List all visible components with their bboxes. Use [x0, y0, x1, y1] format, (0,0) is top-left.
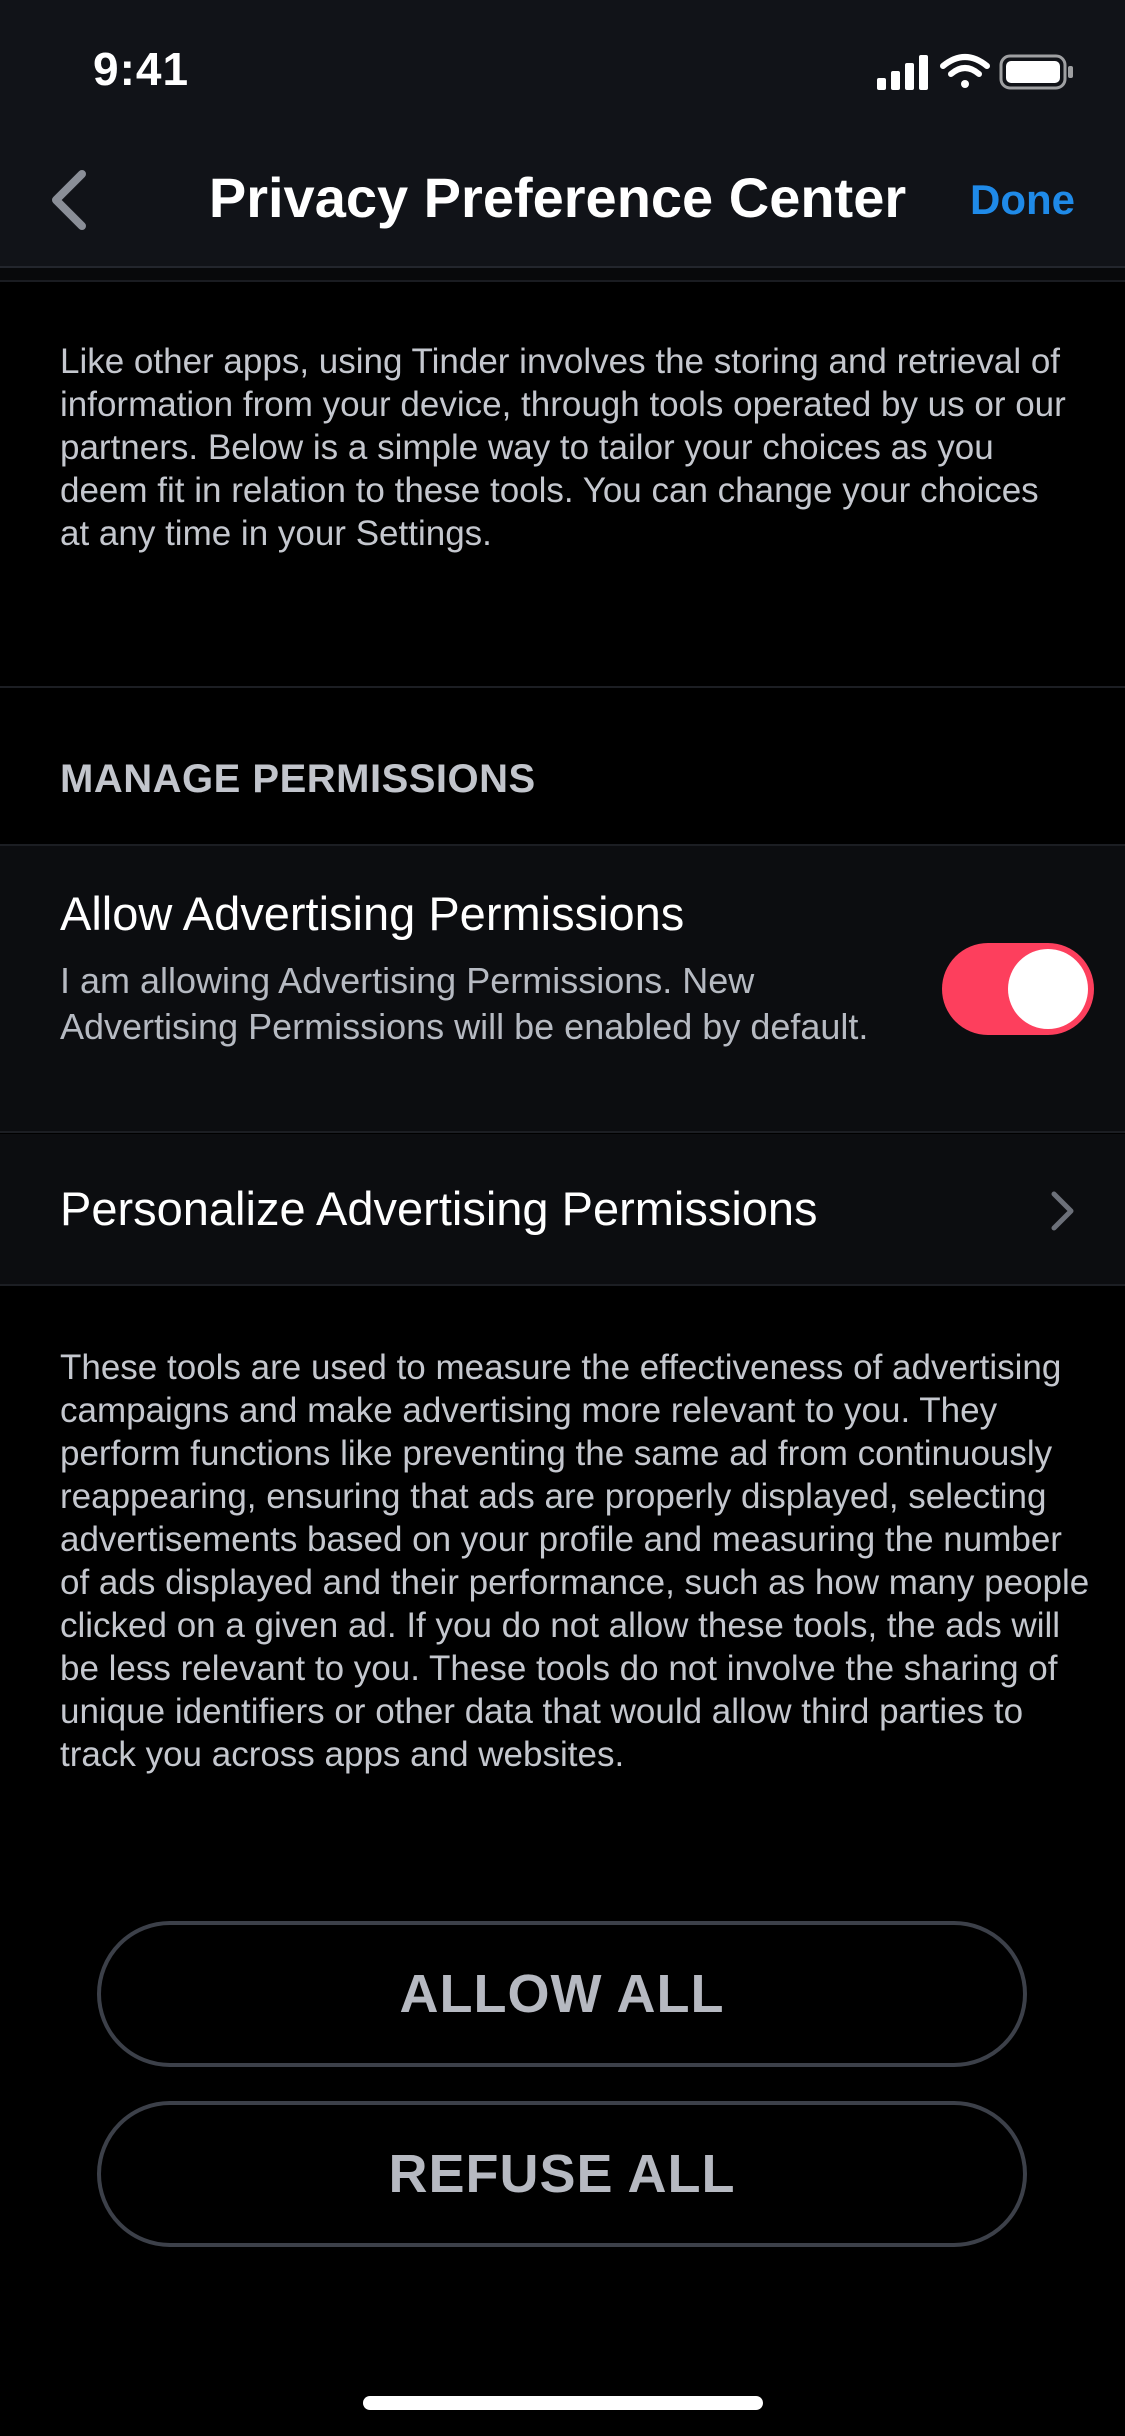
refuse-all-button[interactable]: REFUSE ALL	[97, 2101, 1027, 2247]
row-divider	[0, 1284, 1125, 1286]
row-divider	[0, 1131, 1125, 1133]
wifi-icon	[940, 54, 990, 88]
battery-icon	[999, 54, 1073, 90]
nav-divider	[0, 268, 1125, 282]
allow-all-button[interactable]: ALLOW ALL	[97, 1921, 1027, 2067]
allow-advertising-title: Allow Advertising Permissions	[60, 887, 685, 940]
explanation-text: These tools are used to measure the effe…	[60, 1348, 1090, 1774]
personalize-advertising-title: Personalize Advertising Permissions	[60, 1182, 818, 1235]
navigation-bar: Privacy Preference Center Done	[0, 140, 1125, 268]
allow-advertising-toggle[interactable]	[942, 943, 1094, 1035]
section-header: MANAGE PERMISSIONS	[60, 757, 536, 801]
status-icons	[877, 52, 1077, 92]
done-button[interactable]: Done	[970, 176, 1075, 224]
section-divider	[0, 686, 1125, 688]
toggle-knob	[1008, 949, 1088, 1029]
page-title: Privacy Preference Center	[208, 166, 907, 229]
status-time: 9:41	[93, 43, 190, 95]
allow-advertising-description: I am allowing Advertising Permissions. N…	[60, 960, 869, 1047]
intro-text: Like other apps, using Tinder involves t…	[60, 342, 1066, 553]
home-indicator[interactable]	[363, 2396, 763, 2410]
status-bar: 9:41	[0, 0, 1125, 140]
signal-icon	[877, 55, 928, 90]
chevron-right-icon	[1048, 1188, 1078, 1234]
